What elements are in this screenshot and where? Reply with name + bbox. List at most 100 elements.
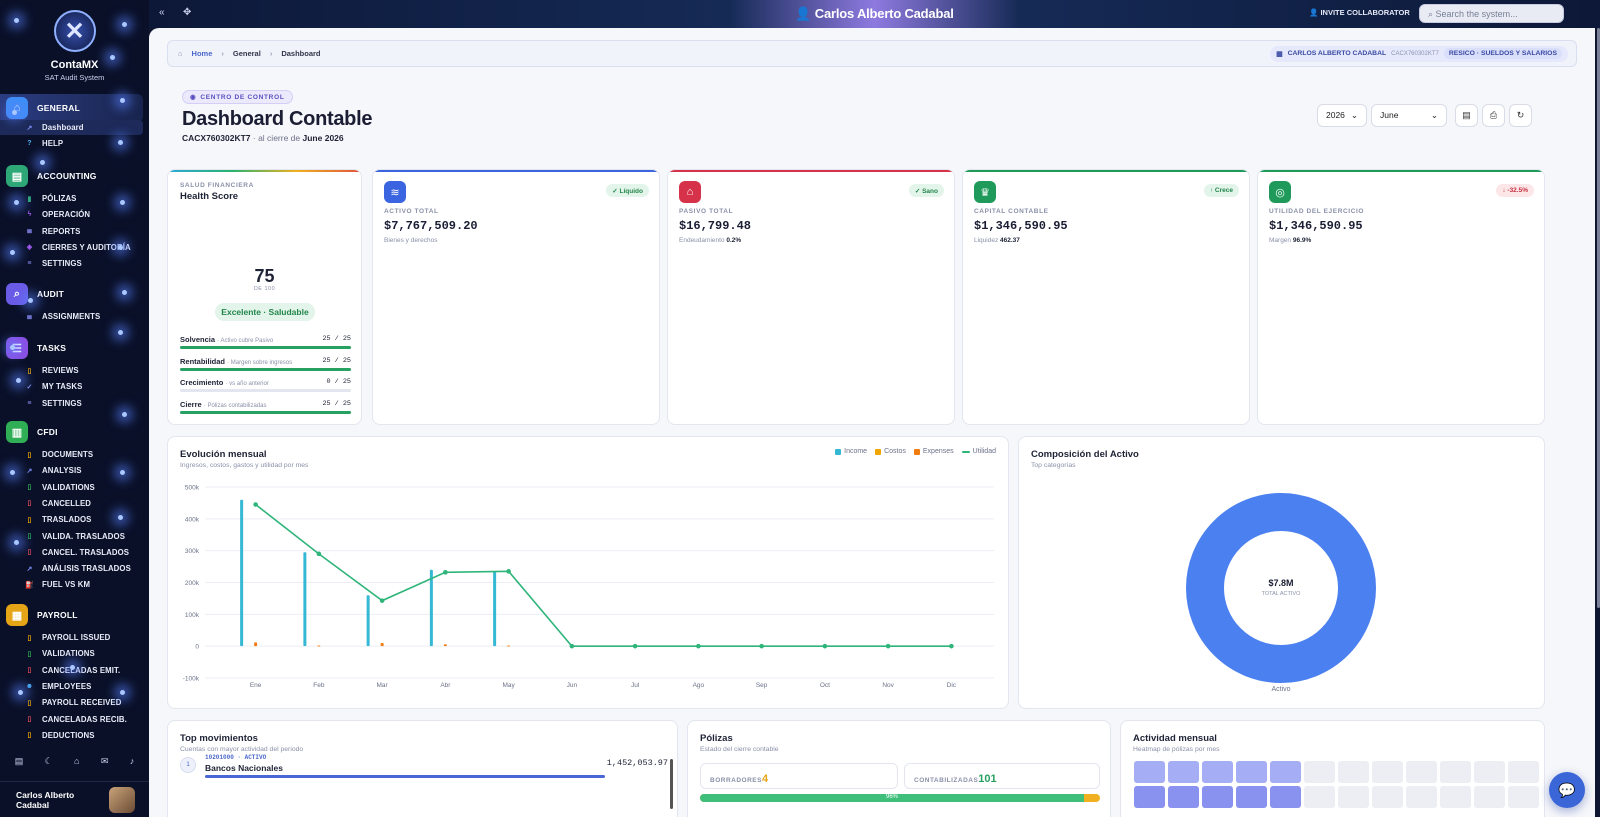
avatar[interactable] bbox=[109, 786, 135, 813]
bar-income[interactable] bbox=[303, 552, 307, 647]
movement-row[interactable]: 1 10201000 · ACTIVO Bancos Nacionales 1,… bbox=[180, 754, 668, 787]
sidebar-item-analysis[interactable]: ↗ ANALYSIS bbox=[25, 466, 82, 475]
kpi-card-2[interactable]: ⌂ ✓ Sano PASIVO TOTAL $16,799.48 Endeudamien… bbox=[667, 169, 955, 425]
sidebar-section-accounting[interactable]: ▤ ACCOUNTING bbox=[6, 165, 97, 187]
sidebar-item-canceladas-recib-[interactable]: ▯ CANCELADAS RECIB. bbox=[25, 715, 127, 724]
search-input[interactable]: ⌕ Search the system... bbox=[1419, 4, 1564, 23]
sidebar-item-cancelled[interactable]: ▯ CANCELLED bbox=[25, 499, 91, 508]
home-icon[interactable]: ⌂ bbox=[178, 49, 183, 58]
heatmap-cell[interactable] bbox=[1440, 761, 1471, 783]
sidebar-section-audit[interactable]: ⌕ AUDIT bbox=[6, 283, 64, 305]
chat-button[interactable]: 💬 bbox=[1549, 772, 1585, 808]
kpi-card-3[interactable]: ♛ ↑ Crece CAPITAL CONTABLE $1,346,590.95 Liq… bbox=[962, 169, 1250, 425]
point-utilidad[interactable] bbox=[253, 502, 258, 507]
sidebar-section-cfdi[interactable]: ▥ CFDI bbox=[6, 421, 58, 443]
drafts-box[interactable]: BORRADORES4 bbox=[700, 763, 898, 789]
sidebar-item-validations[interactable]: ▯ VALIDATIONS bbox=[25, 649, 95, 658]
heatmap-cell[interactable] bbox=[1372, 786, 1403, 808]
heatmap-cell[interactable] bbox=[1270, 786, 1301, 808]
print-button[interactable]: ⎙ bbox=[1482, 104, 1505, 127]
point-utilidad[interactable] bbox=[632, 643, 638, 649]
point-utilidad[interactable] bbox=[696, 643, 701, 649]
posted-box[interactable]: CONTABILIZADAS101 bbox=[904, 763, 1100, 789]
sidebar-item-cancel-traslados[interactable]: ▯ CANCEL. TRASLADOS bbox=[25, 548, 129, 557]
sidebar-item-settings[interactable]: ≡ SETTINGS bbox=[25, 399, 82, 408]
donut-slice-activo[interactable] bbox=[1186, 493, 1376, 683]
sidebar-item-fuel-vs-km[interactable]: ⛽ FUEL VS KM bbox=[25, 580, 90, 589]
heatmap-cell[interactable] bbox=[1168, 761, 1199, 783]
invite-collaborator-button[interactable]: 👤 INVITE COLLABORATOR bbox=[1309, 8, 1410, 17]
heatmap-cell[interactable] bbox=[1508, 761, 1539, 783]
heatmap-cell[interactable] bbox=[1134, 761, 1165, 783]
breadcrumb-home[interactable]: Home bbox=[192, 49, 213, 58]
sidebar-section-tasks[interactable]: ☰ TASKS bbox=[6, 337, 66, 359]
point-utilidad[interactable] bbox=[759, 643, 764, 649]
bar-expenses[interactable] bbox=[507, 645, 511, 647]
point-utilidad[interactable] bbox=[443, 570, 448, 575]
point-utilidad[interactable] bbox=[822, 643, 828, 649]
point-utilidad[interactable] bbox=[885, 643, 891, 649]
heatmap-cell[interactable] bbox=[1440, 786, 1471, 808]
scrollbar[interactable] bbox=[670, 759, 673, 809]
sidebar-item-dashboard[interactable]: ↗ Dashboard bbox=[0, 120, 143, 135]
sidebar-item-my-tasks[interactable]: ✓ MY TASKS bbox=[25, 382, 83, 391]
point-utilidad[interactable] bbox=[949, 643, 954, 649]
heatmap-cell[interactable] bbox=[1406, 786, 1437, 808]
heatmap-cell[interactable] bbox=[1474, 786, 1505, 808]
sidebar-item-validations[interactable]: ▯ VALIDATIONS bbox=[25, 483, 95, 492]
sidebar-item-cierres-y-auditoría[interactable]: ◈ CIERRES Y AUDITORÍA bbox=[25, 243, 131, 252]
bar-income[interactable] bbox=[240, 499, 244, 647]
bell-icon[interactable]: ♪ bbox=[130, 756, 135, 767]
sidebar-item-assignments[interactable]: ≣ ASSIGNMENTS bbox=[25, 312, 101, 321]
heatmap-cell[interactable] bbox=[1338, 786, 1369, 808]
point-utilidad[interactable] bbox=[506, 569, 511, 574]
kpi-card-4[interactable]: ◎ ↓ -32.5% UTILIDAD DEL EJERCICIO $1,346,59… bbox=[1257, 169, 1545, 425]
chat-icon[interactable]: ✉ bbox=[101, 756, 109, 767]
sidebar-item-reviews[interactable]: ▯ REVIEWS bbox=[25, 366, 79, 375]
sidebar-item-help[interactable]: ? HELP bbox=[25, 139, 63, 148]
bar-expenses[interactable] bbox=[380, 642, 384, 647]
home-icon[interactable]: ⌂ bbox=[74, 756, 79, 767]
sidebar-item-settings[interactable]: ≡ SETTINGS bbox=[25, 259, 82, 268]
point-utilidad[interactable] bbox=[569, 643, 575, 649]
sidebar-item-operación[interactable]: ϟ OPERACIÓN bbox=[25, 210, 90, 219]
heatmap-cell[interactable] bbox=[1270, 761, 1301, 783]
sidebar-item-employees[interactable]: ☻ EMPLOYEES bbox=[25, 682, 92, 691]
moon-icon[interactable]: ☾ bbox=[45, 756, 53, 767]
heatmap-cell[interactable] bbox=[1474, 761, 1505, 783]
heatmap-cell[interactable] bbox=[1304, 761, 1335, 783]
sidebar-item-valida-traslados[interactable]: ▯ VALIDA. TRASLADOS bbox=[25, 532, 125, 541]
bar-income[interactable] bbox=[366, 595, 370, 647]
heatmap-cell[interactable] bbox=[1236, 786, 1267, 808]
building-icon[interactable]: ▤ bbox=[15, 756, 24, 767]
sidebar-item-documents[interactable]: ▯ DOCUMENTS bbox=[25, 450, 94, 459]
bar-income[interactable] bbox=[493, 571, 497, 647]
sidebar-section-payroll[interactable]: ▦ PAYROLL bbox=[6, 604, 78, 626]
bar-expenses[interactable] bbox=[254, 642, 258, 647]
breadcrumb-section[interactable]: General bbox=[233, 49, 261, 58]
sidebar-user[interactable]: Carlos Alberto Cadabal bbox=[0, 781, 149, 817]
bar-expenses[interactable] bbox=[443, 644, 447, 647]
bar-expenses[interactable] bbox=[317, 645, 321, 647]
heatmap-cell[interactable] bbox=[1134, 786, 1165, 808]
refresh-button[interactable]: ↻ bbox=[1509, 104, 1532, 127]
heatmap-cell[interactable] bbox=[1202, 761, 1233, 783]
sidebar-item-payroll-received[interactable]: ▯ PAYROLL RECEIVED bbox=[25, 698, 122, 707]
sidebar-item-pólizas[interactable]: ▮ PÓLIZAS bbox=[25, 194, 77, 203]
heatmap-cell[interactable] bbox=[1202, 786, 1233, 808]
sidebar-item-traslados[interactable]: ▯ TRASLADOS bbox=[25, 515, 92, 524]
point-utilidad[interactable] bbox=[379, 598, 385, 603]
bar-income[interactable] bbox=[429, 569, 433, 647]
sidebar-item-reports[interactable]: ≣ REPORTS bbox=[25, 227, 81, 236]
heatmap-cell[interactable] bbox=[1168, 786, 1199, 808]
month-select[interactable]: June ⌄ bbox=[1371, 104, 1447, 127]
kpi-card-1[interactable]: ≋ ✓ Líquido ACTIVO TOTAL $7,767,509.20 Biene… bbox=[372, 169, 660, 425]
heatmap-cell[interactable] bbox=[1372, 761, 1403, 783]
heatmap-cell[interactable] bbox=[1406, 761, 1437, 783]
sidebar-item-análisis-traslados[interactable]: ↗ ANÁLISIS TRASLADOS bbox=[25, 564, 131, 573]
export-pdf-button[interactable]: ▤ bbox=[1455, 104, 1478, 127]
point-utilidad[interactable] bbox=[316, 551, 322, 557]
heatmap-cell[interactable] bbox=[1236, 761, 1267, 783]
year-select[interactable]: 2026 ⌄ bbox=[1317, 104, 1367, 127]
heatmap-cell[interactable] bbox=[1508, 786, 1539, 808]
